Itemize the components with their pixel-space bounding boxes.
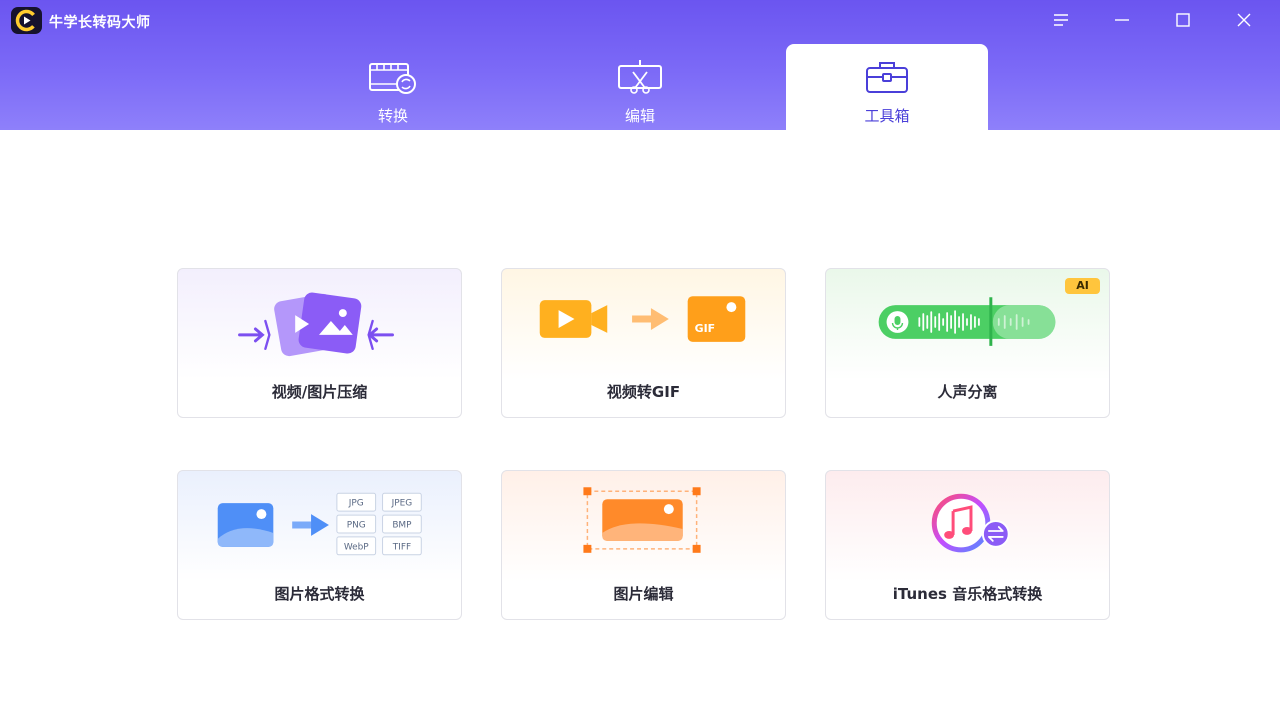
tab-label: 编辑 bbox=[539, 105, 741, 126]
format-chip-bmp: BMP bbox=[392, 520, 412, 530]
tab-label: 转换 bbox=[292, 105, 494, 126]
tool-card-itunes-convert[interactable]: iTunes 音乐格式转换 bbox=[825, 470, 1110, 620]
tool-card-voice-separation[interactable]: AI 人声分离 bbox=[825, 268, 1110, 418]
tool-label: 人声分离 bbox=[826, 381, 1109, 402]
minimize-icon bbox=[1114, 13, 1130, 27]
tab-edit[interactable]: 编辑 bbox=[539, 44, 741, 130]
film-convert-icon bbox=[368, 58, 418, 96]
image-edit-icon bbox=[502, 471, 785, 581]
tool-card-video-to-gif[interactable]: GIF 视频转GIF bbox=[501, 268, 786, 418]
tool-card-image-edit[interactable]: 图片编辑 bbox=[501, 470, 786, 620]
video-to-gif-icon: GIF bbox=[502, 269, 785, 379]
logo-icon bbox=[11, 7, 42, 34]
scissors-edit-icon bbox=[615, 58, 665, 96]
ai-badge: AI bbox=[1065, 278, 1100, 294]
tool-label: iTunes 音乐格式转换 bbox=[826, 583, 1109, 604]
format-chip-webp: WebP bbox=[344, 542, 369, 552]
tool-card-image-format[interactable]: JPG JPEG PNG BMP WebP TIFF 图片格式转换 bbox=[177, 470, 462, 620]
image-format-icon: JPG JPEG PNG BMP WebP TIFF bbox=[178, 471, 461, 581]
close-button[interactable] bbox=[1228, 6, 1260, 34]
tool-label: 图片编辑 bbox=[502, 583, 785, 604]
tool-label: 视频转GIF bbox=[502, 381, 785, 402]
compress-icon bbox=[178, 269, 461, 379]
tool-label: 视频/图片压缩 bbox=[178, 381, 461, 402]
format-chip-png: PNG bbox=[347, 520, 366, 530]
maximize-icon bbox=[1175, 12, 1191, 28]
title-bar: 牛学长转码大师 转换 bbox=[0, 0, 1280, 130]
format-chip-tiff: TIFF bbox=[392, 542, 411, 552]
tab-toolbox[interactable]: 工具箱 bbox=[786, 44, 988, 130]
app-logo bbox=[11, 7, 42, 34]
tool-label: 图片格式转换 bbox=[178, 583, 461, 604]
menu-icon bbox=[1053, 13, 1069, 27]
tab-convert[interactable]: 转换 bbox=[292, 44, 494, 130]
toolbox-icon bbox=[862, 58, 912, 96]
minimize-button[interactable] bbox=[1106, 6, 1138, 34]
format-chip-jpg: JPG bbox=[348, 499, 364, 509]
close-icon bbox=[1236, 12, 1252, 28]
menu-button[interactable] bbox=[1045, 6, 1077, 34]
tool-card-compress[interactable]: 视频/图片压缩 bbox=[177, 268, 462, 418]
format-chip-jpeg: JPEG bbox=[391, 499, 413, 509]
tab-label: 工具箱 bbox=[786, 105, 988, 126]
maximize-button[interactable] bbox=[1167, 6, 1199, 34]
app-title: 牛学长转码大师 bbox=[49, 12, 151, 32]
svg-text:GIF: GIF bbox=[695, 322, 715, 335]
itunes-convert-icon bbox=[826, 471, 1109, 581]
